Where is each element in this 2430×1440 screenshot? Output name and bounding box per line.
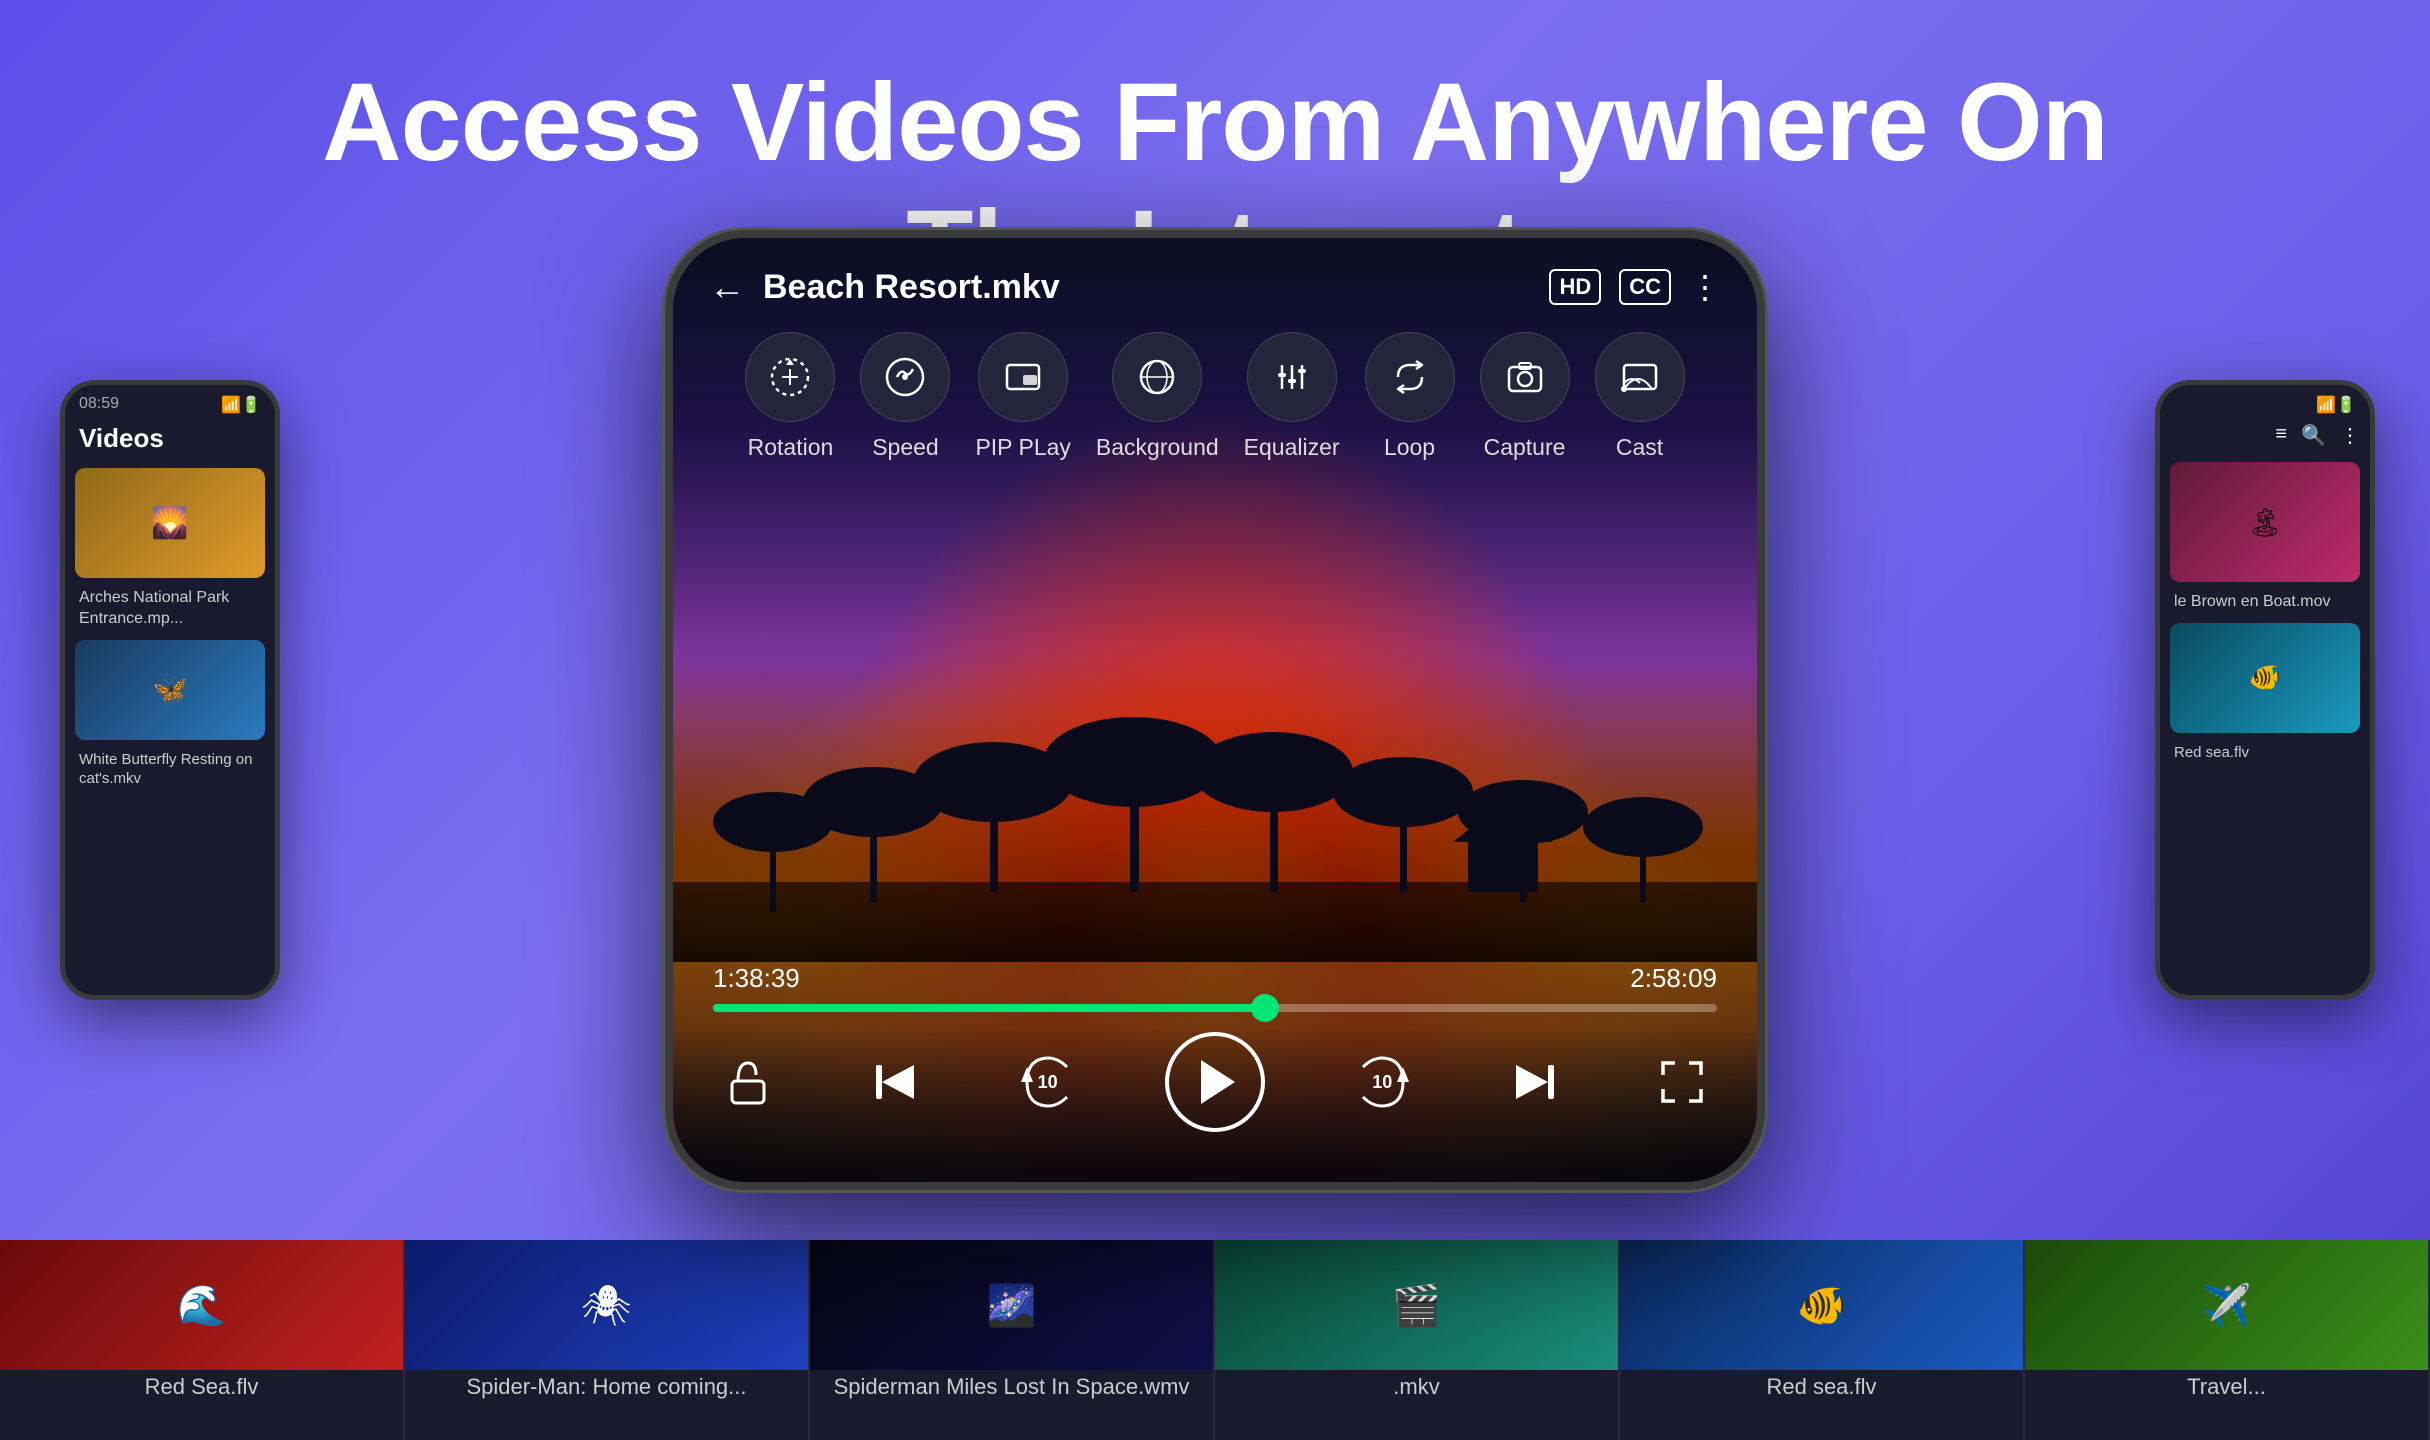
- phone-frame: ← Beach Resort.mkv HD CC ⋮: [665, 230, 1765, 1190]
- filmstrip: 🌊 Red Sea.flv 🕷 Spider-Man: Home coming.…: [0, 1240, 2430, 1440]
- equalizer-icon: [1247, 332, 1337, 422]
- filmstrip-label: .mkv: [1215, 1370, 1618, 1404]
- time-row: 1:38:39 2:58:09: [713, 963, 1717, 994]
- filmstrip-item[interactable]: 🎬 .mkv: [1215, 1240, 1620, 1440]
- filmstrip-thumb: ✈️: [2025, 1240, 2428, 1370]
- hd-badge: HD: [1549, 269, 1601, 305]
- fullscreen-button[interactable]: [1647, 1047, 1717, 1117]
- prev-button[interactable]: [860, 1047, 930, 1117]
- filmstrip-label: Travel...: [2025, 1370, 2428, 1404]
- next-button[interactable]: [1500, 1047, 1570, 1117]
- main-phone: ← Beach Resort.mkv HD CC ⋮: [665, 230, 1765, 1190]
- left-thumb-2: 🦋: [75, 640, 265, 740]
- ctrl-loop[interactable]: Loop: [1365, 332, 1455, 461]
- filmstrip-thumb: 🌌: [810, 1240, 1213, 1370]
- speed-label: Speed: [872, 434, 939, 461]
- capture-label: Capture: [1484, 434, 1566, 461]
- filmstrip-item[interactable]: 🌌 Spiderman Miles Lost In Space.wmv: [810, 1240, 1215, 1440]
- time-total: 2:58:09: [1630, 963, 1717, 994]
- speed-icon: [860, 332, 950, 422]
- filmstrip-label: Spider-Man: Home coming...: [405, 1370, 808, 1404]
- back-button[interactable]: ←: [709, 266, 745, 308]
- filmstrip-thumb: 🎬: [1215, 1240, 1618, 1370]
- right-video-label-2: Red sea.flv: [2160, 739, 2370, 767]
- right-phone-status: 📶🔋: [2160, 385, 2370, 415]
- loop-icon: [1365, 332, 1455, 422]
- progress-bar[interactable]: [713, 1004, 1717, 1012]
- filmstrip-thumb: 🌊: [0, 1240, 403, 1370]
- ctrl-capture[interactable]: Capture: [1480, 332, 1570, 461]
- left-video-label-1: Arches National Park Entrance.mp...: [65, 584, 275, 634]
- player-top-bar: ← Beach Resort.mkv HD CC ⋮: [673, 238, 1757, 308]
- forward-button[interactable]: 10: [1342, 1042, 1422, 1122]
- time-current: 1:38:39: [713, 963, 800, 994]
- left-phone: 08:59 📶🔋 Videos 🌄 Arches National Park E…: [60, 380, 280, 1000]
- ctrl-pip[interactable]: PIP PLay: [975, 332, 1070, 461]
- background-icon: [1112, 332, 1202, 422]
- progress-fill: [713, 1004, 1265, 1012]
- loop-label: Loop: [1384, 434, 1435, 461]
- filmstrip-label: Spiderman Miles Lost In Space.wmv: [810, 1370, 1213, 1404]
- cc-badge: CC: [1619, 269, 1671, 305]
- controls-row: Rotation Speed: [673, 308, 1757, 461]
- rotation-icon: [745, 332, 835, 422]
- ctrl-equalizer[interactable]: Equalizer: [1244, 332, 1340, 461]
- ctrl-speed[interactable]: Speed: [860, 332, 950, 461]
- left-phone-status: 08:59 📶🔋: [65, 385, 275, 415]
- left-video-label-2: White Butterfly Resting on cat's.mkv: [65, 746, 275, 793]
- filmstrip-item[interactable]: 🐠 Red sea.flv: [1620, 1240, 2025, 1440]
- ctrl-background[interactable]: Background: [1096, 332, 1219, 461]
- video-player: ← Beach Resort.mkv HD CC ⋮: [673, 238, 1757, 1182]
- background-label: Background: [1096, 434, 1219, 461]
- right-phone-icons: ≡ 🔍 ⋮: [2160, 415, 2370, 456]
- video-title: Beach Resort.mkv: [763, 268, 1549, 307]
- filmstrip-label: Red sea.flv: [1620, 1370, 2023, 1404]
- right-thumb-1: 🏝: [2170, 462, 2360, 582]
- filmstrip-item[interactable]: ✈️ Travel...: [2025, 1240, 2430, 1440]
- right-phone: 📶🔋 ≡ 🔍 ⋮ 🏝 le Brown en Boat.mov 🐠 Red se…: [2155, 380, 2375, 1000]
- progress-thumb[interactable]: [1251, 994, 1279, 1022]
- right-thumb-2: 🐠: [2170, 623, 2360, 733]
- rotation-label: Rotation: [748, 434, 834, 461]
- pip-label: PIP PLay: [975, 434, 1070, 461]
- more-menu-button[interactable]: ⋮: [1689, 268, 1721, 306]
- top-icons: HD CC ⋮: [1549, 268, 1721, 306]
- left-phone-title: Videos: [65, 415, 275, 462]
- rewind-button[interactable]: 10: [1008, 1042, 1088, 1122]
- ctrl-rotation[interactable]: Rotation: [745, 332, 835, 461]
- filmstrip-item[interactable]: 🕷 Spider-Man: Home coming...: [405, 1240, 810, 1440]
- pip-icon: [978, 332, 1068, 422]
- right-video-label-1: le Brown en Boat.mov: [2160, 588, 2370, 617]
- filmstrip-thumb: 🐠: [1620, 1240, 2023, 1370]
- filmstrip-item[interactable]: 🌊 Red Sea.flv: [0, 1240, 405, 1440]
- lock-button[interactable]: [713, 1047, 783, 1117]
- equalizer-label: Equalizer: [1244, 434, 1340, 461]
- progress-area: 1:38:39 2:58:09: [713, 963, 1717, 1012]
- filmstrip-thumb: 🕷: [405, 1240, 808, 1370]
- playback-controls: 10 10: [713, 1032, 1717, 1132]
- play-button[interactable]: [1165, 1032, 1265, 1132]
- capture-icon: [1480, 332, 1570, 422]
- left-thumb-1: 🌄: [75, 468, 265, 578]
- cast-label: Cast: [1616, 434, 1663, 461]
- cast-icon: [1595, 332, 1685, 422]
- ctrl-cast[interactable]: Cast: [1595, 332, 1685, 461]
- filmstrip-label: Red Sea.flv: [0, 1370, 403, 1404]
- palm-silhouettes: [673, 642, 1757, 962]
